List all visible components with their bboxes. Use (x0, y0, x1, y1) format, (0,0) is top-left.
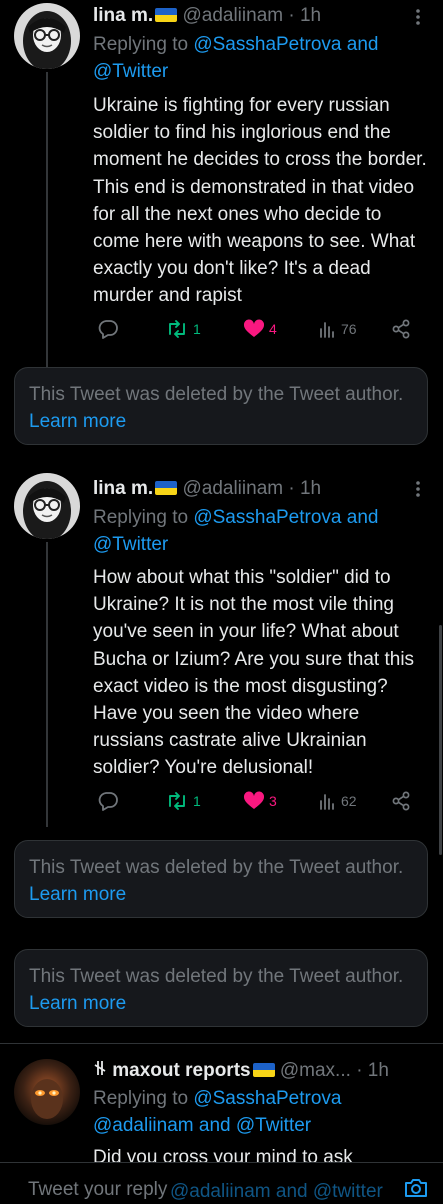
user-handle[interactable]: @adaliinam (182, 478, 283, 499)
separator-dot: · (288, 478, 295, 499)
share-button[interactable] (391, 317, 411, 341)
retweet-button[interactable]: 1 (165, 317, 201, 341)
views-icon (320, 322, 334, 338)
deleted-tweet-notice: This Tweet was deleted by the Tweet auth… (14, 367, 428, 445)
display-name[interactable]: lina m. (93, 5, 153, 26)
tweet-text: How about what this "soldier" did to Ukr… (93, 567, 415, 779)
tweet-header: lina m. @adaliinam · 1h (93, 478, 321, 500)
heart-icon (243, 791, 265, 809)
tweet-2[interactable]: lina m. @adaliinam · 1h Replying to @Sas… (0, 470, 443, 827)
deleted-tweet-notice: This Tweet was deleted by the Tweet auth… (14, 949, 428, 1027)
deleted-notice-text: This Tweet was deleted by the Tweet auth… (29, 384, 404, 405)
share-icon (392, 791, 410, 811)
like-button[interactable]: 4 (243, 317, 277, 341)
display-name[interactable]: maxout reports (112, 1060, 250, 1081)
scrollbar[interactable] (439, 625, 442, 855)
verified-mark-icon (93, 1060, 112, 1081)
tweet-header: lina m. @adaliinam · 1h (93, 5, 321, 27)
learn-more-link[interactable]: Learn more (29, 411, 126, 432)
like-count: 4 (269, 321, 277, 337)
tweet-text: Ukraine is fighting for every russian so… (93, 95, 427, 307)
views-button[interactable]: 62 (319, 789, 357, 813)
replying-to: Replying to @SasshaPetrova @adaliinam an… (93, 1085, 393, 1139)
tweet-1[interactable]: lina m. @adaliinam · 1h Replying to @Sas… (0, 0, 443, 382)
separator-dot: · (288, 5, 295, 26)
replying-to: Replying to @SasshaPetrova and @Twitter (93, 31, 413, 85)
views-button[interactable]: 76 (319, 317, 357, 341)
like-button[interactable]: 3 (243, 789, 277, 813)
ukraine-flag-icon (155, 8, 178, 22)
like-count: 3 (269, 793, 277, 809)
replying-to-label: Replying to (93, 34, 189, 55)
deleted-notice-text: This Tweet was deleted by the Tweet auth… (29, 966, 404, 987)
retweet-icon (169, 320, 185, 338)
share-icon (392, 319, 410, 339)
avatar[interactable] (14, 3, 80, 69)
more-options-icon[interactable] (415, 8, 421, 26)
ukraine-flag-icon (252, 1063, 275, 1077)
replying-to-label: Replying to (93, 507, 189, 528)
views-count: 62 (341, 793, 357, 809)
separator-dot: · (356, 1060, 363, 1081)
retweet-count: 1 (193, 793, 201, 809)
reply-icon (98, 792, 118, 811)
display-name[interactable]: lina m. (93, 478, 153, 499)
share-button[interactable] (391, 789, 411, 813)
avatar[interactable] (14, 473, 80, 539)
learn-more-link[interactable]: Learn more (29, 993, 126, 1014)
tweet-header: maxout reports @max... · 1h (93, 1060, 389, 1082)
thread-line (46, 542, 48, 827)
retweet-button[interactable]: 1 (165, 789, 201, 813)
tweet-3[interactable]: maxout reports @max... · 1h Replying to … (0, 1044, 443, 1168)
reply-button[interactable] (97, 789, 123, 813)
retweet-count: 1 (193, 321, 201, 337)
replying-to-label: Replying to (93, 1088, 189, 1109)
thread-line (46, 72, 48, 382)
retweet-icon (169, 792, 185, 810)
timestamp[interactable]: 1h (368, 1060, 389, 1081)
heart-icon (243, 319, 265, 337)
tweet-actions: 1 4 76 (93, 317, 423, 341)
views-icon (320, 794, 334, 810)
views-count: 76 (341, 321, 357, 337)
tweet-actions: 1 3 62 (93, 789, 423, 813)
reply-input-placeholder[interactable]: Tweet your reply (28, 1179, 167, 1201)
user-handle[interactable]: @adaliinam (182, 5, 283, 26)
timestamp[interactable]: 1h (300, 478, 321, 499)
learn-more-link[interactable]: Learn more (29, 884, 126, 905)
more-options-icon[interactable] (415, 480, 421, 498)
timestamp[interactable]: 1h (300, 5, 321, 26)
deleted-tweet-notice: This Tweet was deleted by the Tweet auth… (14, 840, 428, 918)
replying-to: Replying to @SasshaPetrova and @Twitter (93, 504, 413, 558)
reply-composer[interactable]: Tweet your reply @adaliinam and @twitter (0, 1162, 443, 1202)
reply-icon (98, 320, 118, 339)
reply-button[interactable] (97, 317, 123, 341)
deleted-notice-text: This Tweet was deleted by the Tweet auth… (29, 857, 404, 878)
user-handle[interactable]: @max... (280, 1060, 351, 1081)
avatar[interactable] (14, 1059, 80, 1125)
ukraine-flag-icon (155, 481, 178, 495)
